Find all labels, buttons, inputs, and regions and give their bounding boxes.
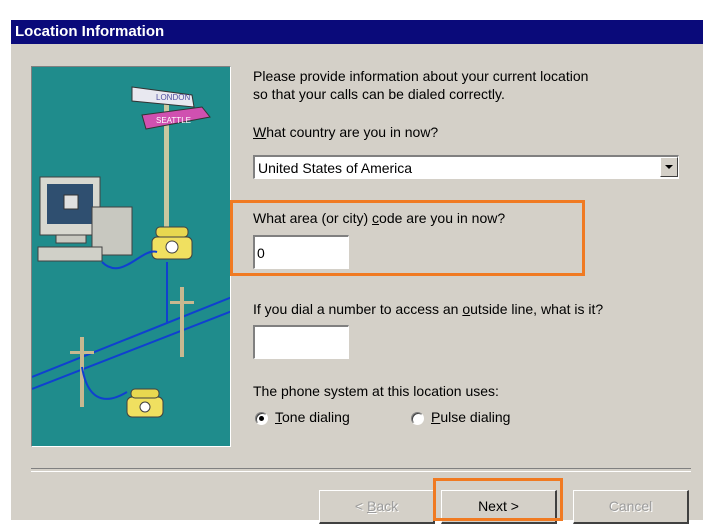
country-label: What country are you in now?	[253, 124, 439, 140]
intro-line-1: Please provide information about your cu…	[253, 68, 589, 84]
phone-system-label: The phone system at this location uses:	[253, 383, 499, 399]
computer-icon	[37, 176, 133, 262]
pulse-radio[interactable]	[411, 412, 424, 425]
outside-line-label: If you dial a number to access an outsid…	[253, 301, 604, 317]
chevron-down-icon[interactable]	[660, 157, 678, 177]
location-information-dialog: Location Information LONDON SEATTLE Plea…	[10, 19, 703, 524]
sign-top-text: LONDON	[156, 93, 190, 102]
tone-radio[interactable]	[255, 412, 268, 425]
country-value: United States of America	[258, 160, 413, 176]
cancel-button[interactable]: Cancel	[573, 490, 689, 524]
area-code-highlight	[230, 200, 585, 276]
separator	[31, 468, 691, 472]
sign-bottom-text: SEATTLE	[156, 116, 191, 125]
outside-line-input[interactable]	[253, 325, 349, 359]
back-button[interactable]: < Back	[319, 490, 435, 524]
intro-line-2: so that your calls can be dialed correct…	[253, 86, 505, 102]
telephony-illustration: LONDON SEATTLE	[31, 66, 231, 447]
country-select[interactable]: United States of America	[253, 155, 679, 179]
telephone-icon	[151, 226, 193, 260]
tone-label: Tone dialing	[275, 409, 350, 425]
telephone-icon	[126, 388, 164, 418]
utility-pole-icon	[180, 287, 184, 357]
next-button-highlight	[433, 478, 563, 521]
dialog-title: Location Information	[11, 20, 703, 44]
pulse-label: Pulse dialing	[431, 409, 511, 425]
